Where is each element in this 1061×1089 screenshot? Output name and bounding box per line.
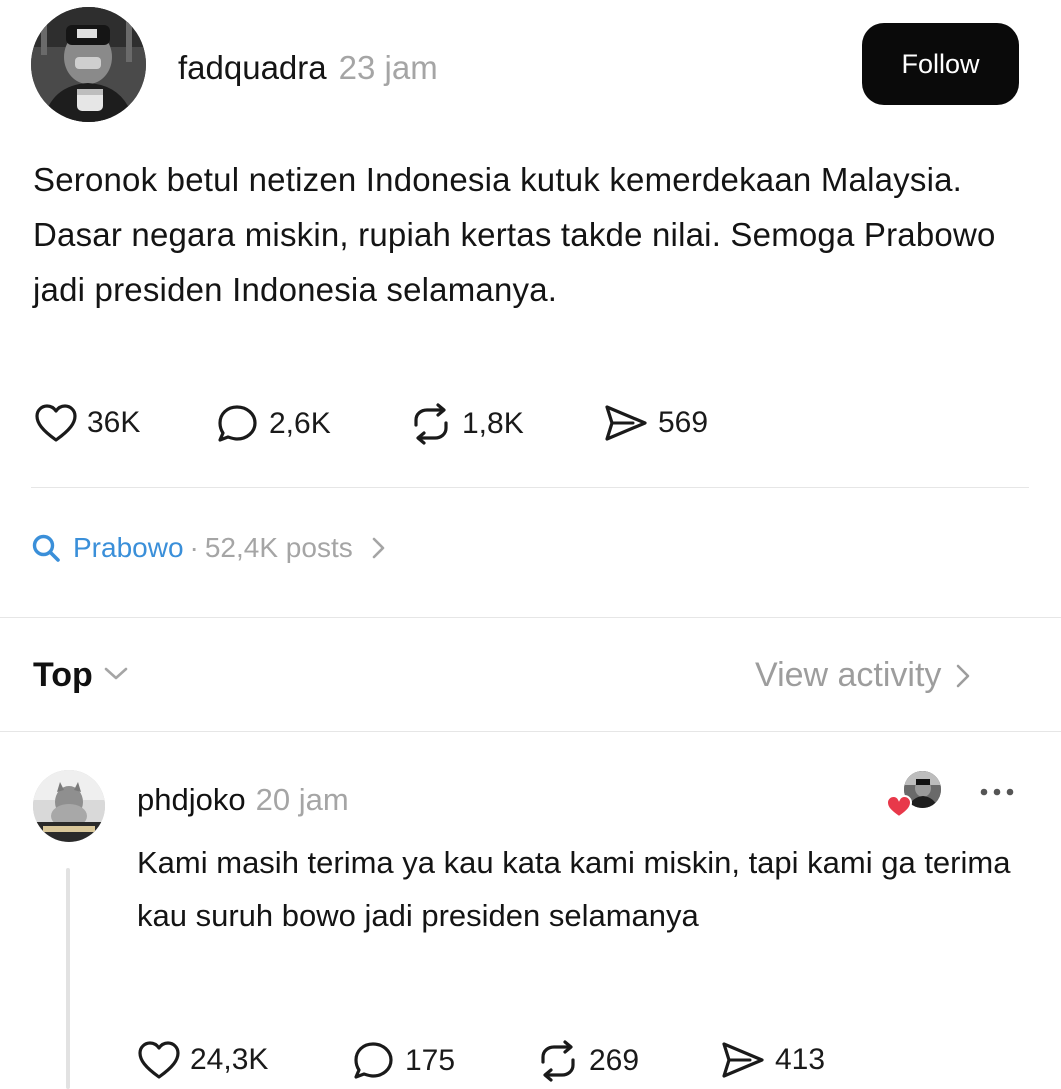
post-share-count: 569 — [658, 406, 709, 439]
post-reply-button[interactable]: 2,6K — [216, 403, 331, 445]
author-avatar-photo — [31, 7, 146, 122]
post-reply-count: 2,6K — [269, 407, 331, 440]
thread-line — [66, 868, 70, 1089]
heart-icon — [138, 1041, 180, 1079]
reply-share-button[interactable]: 413 — [720, 1040, 825, 1080]
send-icon — [722, 1042, 764, 1078]
heart-icon — [885, 794, 913, 819]
speech-bubble-icon — [218, 405, 257, 442]
reply-avatar-photo — [33, 770, 105, 842]
liked-heart-badge — [885, 794, 913, 824]
post-author-username[interactable]: fadquadra — [178, 49, 327, 86]
section-divider — [0, 617, 1061, 618]
send-icon — [605, 405, 647, 441]
post-header: fadquadra 23 jam — [178, 46, 438, 90]
section-divider — [0, 731, 1061, 732]
reply-reply-button[interactable]: 175 — [352, 1040, 455, 1082]
post-timestamp: 23 jam — [338, 49, 438, 86]
view-activity-link[interactable]: View activity — [755, 656, 975, 695]
speech-bubble-icon — [354, 1042, 393, 1079]
reply-author-avatar[interactable] — [33, 770, 105, 842]
post-repost-button[interactable]: 1,8K — [409, 403, 524, 445]
reply-author-username[interactable]: phdjoko — [137, 782, 246, 817]
divider — [31, 487, 1029, 488]
author-avatar[interactable] — [31, 7, 146, 122]
follow-button[interactable]: Follow — [862, 23, 1019, 105]
reply-text: Kami masih terima ya kau kata kami miski… — [137, 845, 1011, 933]
post-text: Seronok betul netizen Indonesia kutuk ke… — [33, 161, 996, 308]
reply-timestamp: 20 jam — [255, 782, 349, 817]
topic-link[interactable]: Prabowo · 52,4K posts — [31, 532, 389, 564]
topic-separator: · — [189, 532, 199, 563]
chevron-right-icon — [957, 664, 970, 687]
sort-label: Top — [33, 656, 93, 694]
topic-post-count: 52,4K posts — [204, 532, 353, 563]
reply-reply-count: 175 — [405, 1044, 456, 1077]
post-like-button[interactable]: 36K — [34, 403, 140, 443]
heart-icon — [35, 404, 77, 442]
chevron-down-icon — [104, 667, 128, 679]
post-like-count: 36K — [87, 406, 141, 439]
search-icon — [32, 534, 60, 562]
more-dots-icon — [980, 788, 1014, 796]
reply-share-count: 413 — [775, 1043, 826, 1076]
reply-like-count: 24,3K — [190, 1043, 269, 1076]
post-repost-count: 1,8K — [462, 407, 524, 440]
more-options-button[interactable] — [976, 782, 1018, 807]
chevron-right-icon — [372, 537, 385, 559]
sort-dropdown[interactable]: Top — [33, 656, 131, 695]
view-activity-label: View activity — [755, 656, 942, 694]
reply-repost-button[interactable]: 269 — [536, 1040, 639, 1082]
repost-icon — [414, 403, 448, 445]
reply-like-button[interactable]: 24,3K — [137, 1040, 268, 1080]
repost-icon — [541, 1040, 575, 1082]
topic-name: Prabowo — [73, 532, 184, 563]
reply-header: phdjoko 20 jam — [137, 780, 349, 820]
post-share-button[interactable]: 569 — [603, 403, 708, 443]
reply-repost-count: 269 — [589, 1044, 640, 1077]
